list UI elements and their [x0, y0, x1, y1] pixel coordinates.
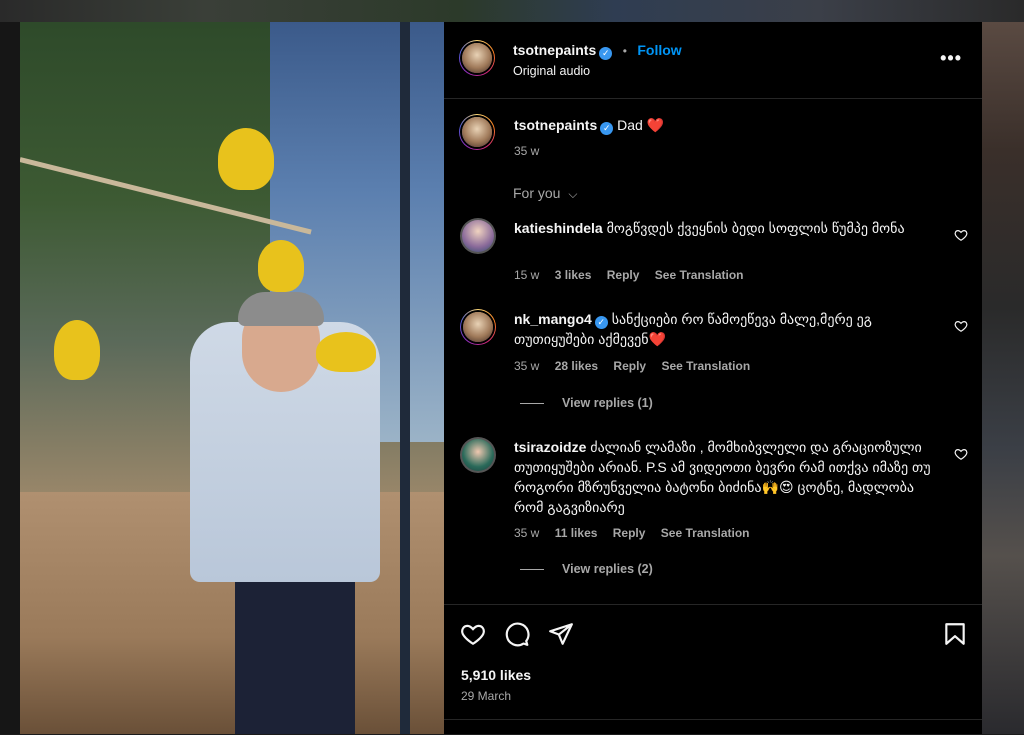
see-translation-button[interactable]: See Translation [661, 359, 750, 373]
video-pole [400, 22, 410, 734]
comment-time: 35 w [514, 359, 540, 373]
comment-text: მოგწვდეს ქვეყნის ბედი სოფლის წუმპე მონა [606, 220, 905, 236]
caption-text: Dad [617, 117, 643, 133]
view-replies-button[interactable]: View replies (1) [520, 396, 653, 410]
comment-time: 15 w [514, 268, 540, 282]
parrot-1 [218, 128, 274, 190]
caption-heart-emoji: ❤️ [646, 117, 665, 133]
comment-likes[interactable]: 3 likes [555, 268, 592, 282]
caption-username[interactable]: tsotnepaints [514, 117, 597, 133]
view-replies-button[interactable]: View replies (2) [520, 562, 653, 576]
caption-avatar[interactable] [459, 114, 495, 150]
author-username[interactable]: tsotnepaints [513, 42, 596, 58]
comment-meta: 15 w 3 likes Reply See Translation [514, 268, 755, 282]
comment-meta: 35 w 11 likes Reply See Translation [514, 526, 762, 540]
verified-badge-icon: ✓ [600, 122, 614, 135]
comment-body: nk_mango4 ✓ სანქციები რო წამოეწევა მალე,მ… [514, 309, 934, 349]
post-actions: 5,910 likes 29 March [444, 604, 982, 735]
comment-item: katieshindela მოგწვდეს ქვეყნის ბედი სოფლ… [444, 218, 982, 288]
background-strip-right[interactable] [982, 22, 1024, 734]
separator-dot: • [622, 44, 627, 58]
post-panel: tsotnepaints ✓ • Follow Original audio ••… [444, 22, 982, 734]
comment-meta: 35 w 28 likes Reply See Translation [514, 359, 762, 373]
commenter-username[interactable]: nk_mango4 [514, 311, 592, 327]
comment-time: 35 w [514, 526, 540, 540]
reply-button[interactable]: Reply [613, 526, 646, 540]
comment-item: nk_mango4 ✓ სანქციები რო წამოეწევა მალე,მ… [444, 309, 982, 419]
author-avatar[interactable] [459, 40, 495, 76]
background-strip-left [0, 22, 20, 734]
comment-likes[interactable]: 28 likes [555, 359, 598, 373]
verified-badge-icon: ✓ [599, 47, 613, 60]
comment-icon[interactable] [504, 621, 530, 647]
caption: tsotnepaints ✓ Dad ❤️ [514, 117, 664, 135]
verified-badge-icon: ✓ [594, 316, 608, 329]
parrot-3 [316, 332, 376, 372]
video-person-legs [235, 562, 355, 734]
heart-icon[interactable] [460, 621, 486, 647]
comment-sort-label: For you [513, 185, 561, 201]
post-likes-count[interactable]: 5,910 likes [461, 667, 531, 683]
see-translation-button[interactable]: See Translation [655, 268, 744, 282]
reply-button[interactable]: Reply [613, 359, 646, 373]
commenter-avatar[interactable] [460, 218, 496, 254]
commenter-avatar[interactable] [460, 437, 496, 473]
background-strip-top [0, 0, 1024, 22]
more-options-icon[interactable]: ••• [940, 48, 962, 69]
see-translation-button[interactable]: See Translation [661, 526, 750, 540]
comment-item: tsirazoidze ძალიან ლამაზი , მომხიბვლელი … [444, 437, 982, 587]
heart-icon[interactable] [954, 228, 968, 242]
follow-button[interactable]: Follow [637, 42, 681, 58]
comment-likes[interactable]: 11 likes [555, 526, 598, 540]
parrot-2 [258, 240, 304, 292]
commenter-username[interactable]: tsirazoidze [514, 439, 586, 455]
caption-time: 35 w [514, 144, 540, 158]
author-line: tsotnepaints ✓ • Follow [513, 42, 682, 60]
comment-body: tsirazoidze ძალიან ლამაზი , მომხიბვლელი … [514, 437, 934, 517]
post-date: 29 March [461, 689, 512, 703]
chevron-down-icon: ⌵ [568, 187, 578, 201]
comment-sort-dropdown[interactable]: For you ⌵ [513, 185, 577, 202]
reply-button[interactable]: Reply [607, 268, 640, 282]
heart-icon[interactable] [954, 447, 968, 461]
video-person-hair [238, 292, 324, 326]
commenter-username[interactable]: katieshindela [514, 220, 603, 236]
audio-label[interactable]: Original audio [513, 64, 590, 78]
bookmark-icon[interactable] [942, 621, 968, 647]
divider [444, 719, 982, 720]
reel-video[interactable] [20, 22, 444, 734]
parrot-4 [54, 320, 100, 380]
commenter-avatar[interactable] [460, 309, 496, 345]
heart-icon[interactable] [954, 319, 968, 333]
send-icon[interactable] [548, 621, 574, 647]
comment-body: katieshindela მოგწვდეს ქვეყნის ბედი სოფლ… [514, 218, 934, 238]
post-header: tsotnepaints ✓ • Follow Original audio ••… [444, 22, 982, 99]
